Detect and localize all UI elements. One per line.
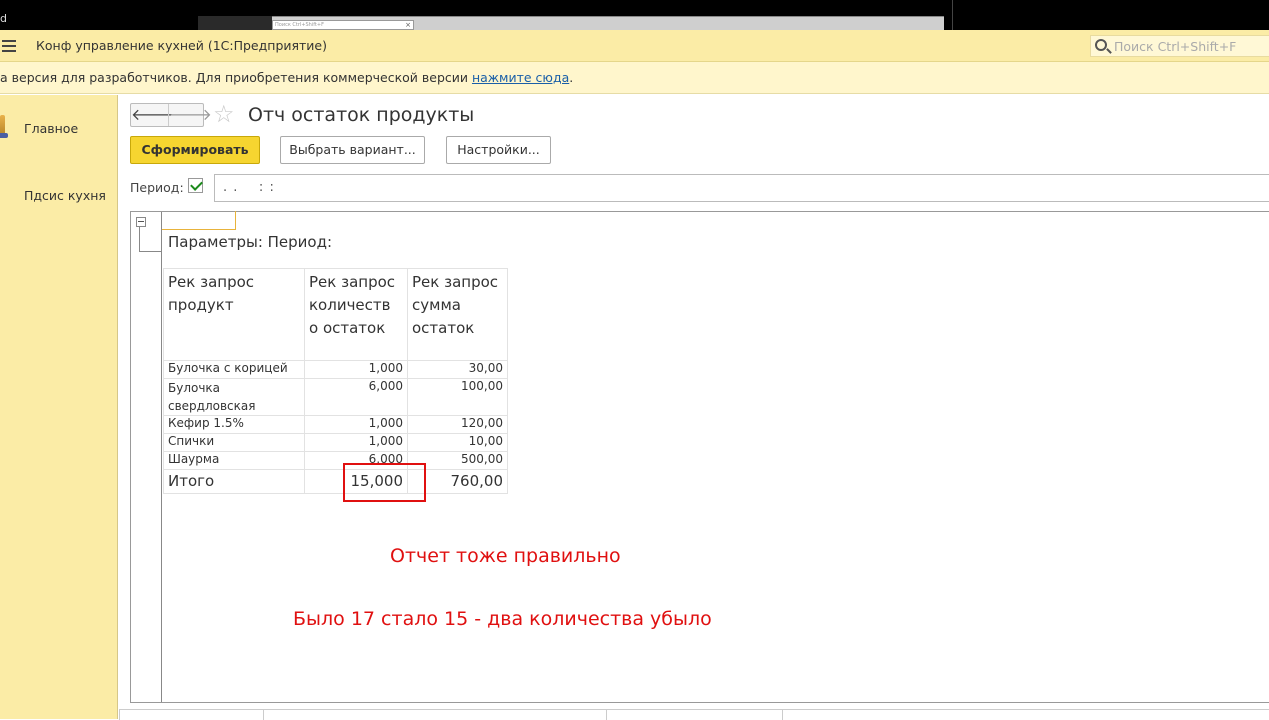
search-icon bbox=[1095, 39, 1107, 51]
sidebar-item-main[interactable]: Главное bbox=[24, 121, 78, 136]
cell-product: Кефир 1.5% bbox=[163, 415, 305, 434]
thumbnail-search-field: Поиск Ctrl+Shift+F × bbox=[272, 20, 414, 30]
status-bar bbox=[119, 709, 1269, 720]
cell-sum: 10,00 bbox=[407, 433, 508, 452]
sidebar-item-kitchen-subsystem[interactable]: Пдсис кухня bbox=[24, 188, 106, 203]
report-table: Рек запрос продукт Рек запрос количеств … bbox=[163, 268, 508, 494]
table-row: Шаурма 6,000 500,00 bbox=[163, 451, 508, 470]
taskbar-strip: d Поиск Ctrl+Shift+F × bbox=[0, 0, 1269, 30]
settings-button[interactable]: Настройки... bbox=[446, 136, 551, 164]
license-info-tail: . bbox=[569, 70, 574, 85]
spreadsheet-report[interactable]: Параметры: Период: Рек запрос продукт Ре… bbox=[130, 211, 1269, 703]
buy-license-link[interactable]: нажмите сюда bbox=[472, 70, 569, 85]
table-total-row: Итого 15,000 760,00 bbox=[163, 469, 508, 494]
favorite-star-icon[interactable]: ☆ bbox=[213, 101, 235, 127]
header-sum: Рек запрос сумма остаток bbox=[407, 268, 508, 361]
global-search-input[interactable]: Поиск Ctrl+Shift+F bbox=[1090, 35, 1269, 57]
cell-product: Булочка свердловская bbox=[163, 378, 305, 416]
select-variant-button[interactable]: Выбрать вариант... bbox=[280, 136, 425, 164]
hamburger-menu-icon[interactable] bbox=[2, 40, 16, 52]
highlight-box bbox=[343, 463, 426, 502]
period-label: Период: bbox=[130, 180, 184, 195]
app-title-bar: Конф управление кухней (1С:Предприятие) … bbox=[0, 30, 1269, 62]
collapse-group-icon[interactable] bbox=[136, 217, 146, 227]
cell-sum: 100,00 bbox=[407, 378, 508, 416]
table-header-row: Рек запрос продукт Рек запрос количеств … bbox=[163, 268, 508, 361]
forward-arrow-icon[interactable]: 🡒 bbox=[168, 104, 212, 126]
report-params: Параметры: Период: bbox=[168, 233, 333, 251]
license-info-text: а версия для разработчиков. Для приобрет… bbox=[0, 70, 472, 85]
cell-qty: 1,000 bbox=[304, 415, 408, 434]
page-title: Отч остаток продукты bbox=[248, 104, 475, 126]
cell-qty: 1,000 bbox=[304, 433, 408, 452]
thumbnail-search-placeholder: Поиск Ctrl+Shift+F bbox=[275, 22, 324, 28]
group-bracket bbox=[139, 227, 161, 252]
generate-button[interactable]: Сформировать bbox=[130, 136, 260, 164]
history-nav: 🡐 🡒 bbox=[130, 103, 212, 127]
header-product: Рек запрос продукт bbox=[163, 268, 305, 361]
window-title-fragment: d bbox=[0, 12, 7, 25]
table-row: Спички 1,000 10,00 bbox=[163, 433, 508, 452]
annotation-report-correct: Отчет тоже правильно bbox=[390, 545, 621, 567]
app-title: Конф управление кухней (1С:Предприятие) bbox=[36, 38, 327, 53]
cell-qty: 1,000 bbox=[304, 360, 408, 379]
thumbnail-close-icon: × bbox=[405, 21, 411, 29]
table-row: Булочка свердловская 6,000 100,00 bbox=[163, 378, 508, 416]
active-cell-cursor bbox=[162, 211, 236, 230]
main-section-icon bbox=[0, 111, 10, 141]
cell-sum: 30,00 bbox=[407, 360, 508, 379]
total-label: Итого bbox=[163, 469, 305, 494]
report-form: 🡐 🡒 ☆ Отч остаток продукты Сформировать … bbox=[119, 95, 1269, 720]
back-arrow-icon[interactable]: 🡐 bbox=[131, 104, 174, 126]
search-placeholder: Поиск Ctrl+Shift+F bbox=[1114, 39, 1237, 54]
cell-product: Булочка с корицей bbox=[163, 360, 305, 379]
cell-sum: 120,00 bbox=[407, 415, 508, 434]
cell-qty: 6,000 bbox=[304, 378, 408, 416]
period-checkbox[interactable] bbox=[188, 178, 203, 193]
thumbnail-dark-region bbox=[198, 16, 272, 30]
period-field[interactable]: . . : : bbox=[214, 174, 1269, 202]
table-row: Кефир 1.5% 1,000 120,00 bbox=[163, 415, 508, 434]
cell-product: Шаурма bbox=[163, 451, 305, 470]
header-qty: Рек запрос количеств о остаток bbox=[304, 268, 408, 361]
strip-divider bbox=[952, 0, 953, 30]
table-row: Булочка с корицей 1,000 30,00 bbox=[163, 360, 508, 379]
license-info-bar: а версия для разработчиков. Для приобрет… bbox=[0, 62, 1269, 94]
report-gutter bbox=[161, 212, 162, 702]
cell-product: Спички bbox=[163, 433, 305, 452]
sections-sidebar: Главное Пдсис кухня bbox=[0, 95, 118, 719]
annotation-quantity-change: Было 17 стало 15 - два количества убыло bbox=[293, 608, 712, 630]
